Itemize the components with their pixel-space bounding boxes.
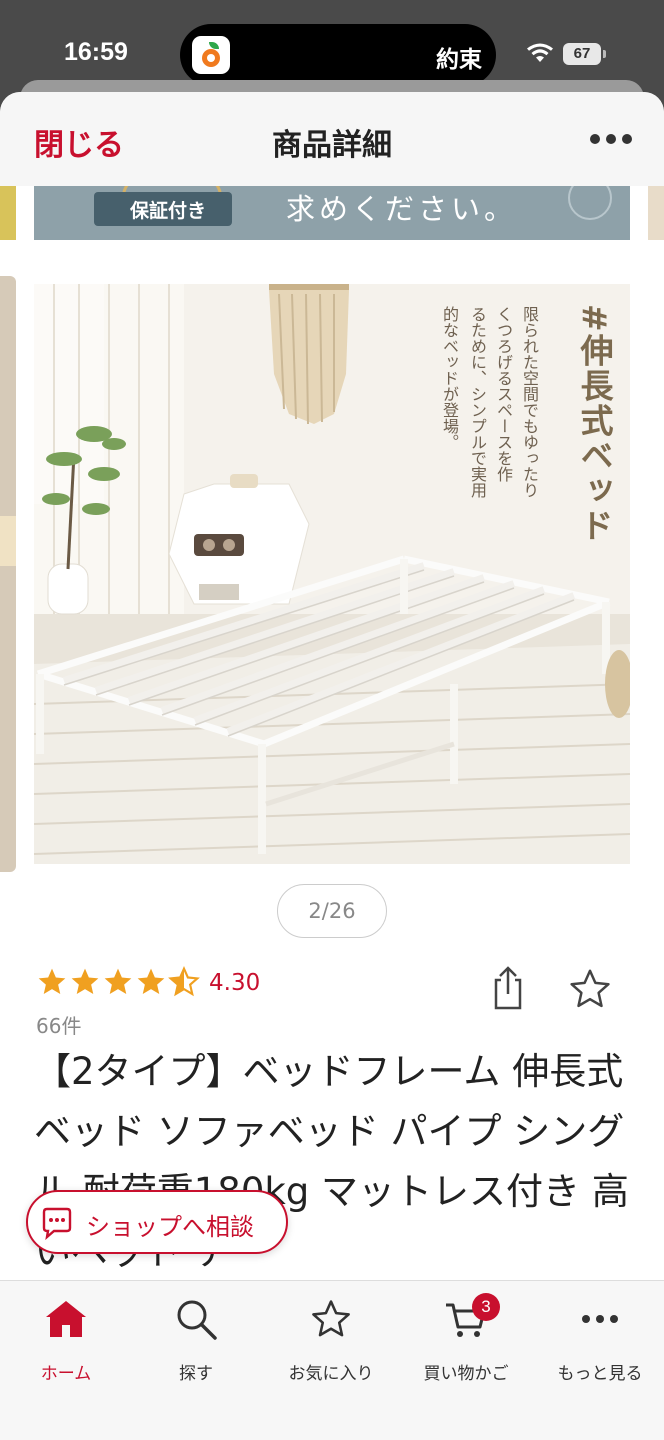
star-full-icon (71, 968, 99, 994)
status-bar: 16:59 約束 67 (0, 0, 664, 92)
page-title: 商品詳細 (272, 128, 392, 163)
product-detail-sheet: 閉じる 商品詳細 保証付き 求めください。 #伸長式ベッド 限られた空間でもゆっ… (0, 92, 664, 1440)
app-icon (192, 36, 230, 74)
dot-icon (590, 134, 600, 144)
image-description-line: くつろげるスペースを作 (494, 306, 513, 482)
tab-more[interactable]: もっと見る (534, 1281, 664, 1391)
tab-cart-label: 買い物かご (423, 1364, 509, 1384)
tab-search-label: 探す (179, 1364, 213, 1384)
tab-bar: ホーム 探す お気に入り 3 買い物かご もっと見る (0, 1280, 664, 1440)
compass-icon (568, 186, 612, 220)
image-description-line: 限られた空間でもゆったり (520, 306, 539, 498)
dynamic-island[interactable]: 約束 (180, 24, 496, 86)
status-time: 16:59 (64, 38, 128, 66)
tab-home[interactable]: ホーム (0, 1281, 132, 1391)
dot-icon (606, 134, 616, 144)
more-options-button[interactable] (590, 126, 634, 150)
tab-favorites[interactable]: お気に入り (265, 1281, 397, 1391)
chat-icon (42, 1207, 72, 1240)
star-full-icon (104, 968, 132, 994)
tab-cart[interactable]: 3 買い物かご (400, 1281, 532, 1391)
image-page-indicator: 2/26 (277, 884, 387, 938)
more-icon (582, 1315, 618, 1323)
image-caption: 求めください。 (286, 192, 518, 226)
side-image-peek[interactable] (648, 186, 664, 240)
side-image-peek[interactable] (0, 276, 16, 872)
tab-favorites-label: お気に入り (288, 1364, 374, 1384)
cart-count-badge: 3 (472, 1293, 500, 1321)
tab-home-label: ホーム (40, 1364, 92, 1384)
warranty-ribbon-text: 保証付き (130, 200, 207, 222)
dot-icon (622, 134, 632, 144)
image-description-line: 的なベッドが登場。 (440, 306, 459, 450)
star-icon (312, 1300, 350, 1337)
shop-consult-label: ショップへ相談 (86, 1213, 254, 1241)
image-heading: #伸長式ベッド (575, 304, 614, 544)
star-full-icon (137, 968, 165, 994)
tab-search[interactable]: 探す (130, 1281, 262, 1391)
previous-product-image[interactable]: 保証付き 求めください。 (34, 186, 630, 240)
tab-more-label: もっと見る (557, 1364, 643, 1384)
battery-indicator: 67 (563, 43, 606, 65)
island-text: 約束 (436, 47, 482, 73)
star-full-icon (38, 968, 66, 994)
side-image-peek[interactable] (0, 186, 16, 240)
share-icon[interactable] (488, 964, 528, 1012)
home-icon (46, 1301, 86, 1337)
navigation-bar: 閉じる 商品詳細 (0, 92, 664, 186)
bed-illustration (34, 284, 630, 864)
product-image[interactable]: #伸長式ベッド 限られた空間でもゆったり くつろげるスペースを作 るために、シン… (34, 284, 630, 864)
rating-stars (36, 964, 201, 1000)
wifi-icon (527, 43, 553, 62)
search-icon (177, 1300, 217, 1340)
shop-consult-button[interactable]: ショップへ相談 (26, 1190, 288, 1254)
star-half-icon (168, 966, 200, 997)
rating-value: 4.30 (209, 970, 261, 996)
favorite-star-icon[interactable] (566, 966, 614, 1012)
review-count[interactable]: 66件 (36, 1010, 81, 1039)
image-description-line: るために、シンプルで実用 (468, 306, 487, 498)
